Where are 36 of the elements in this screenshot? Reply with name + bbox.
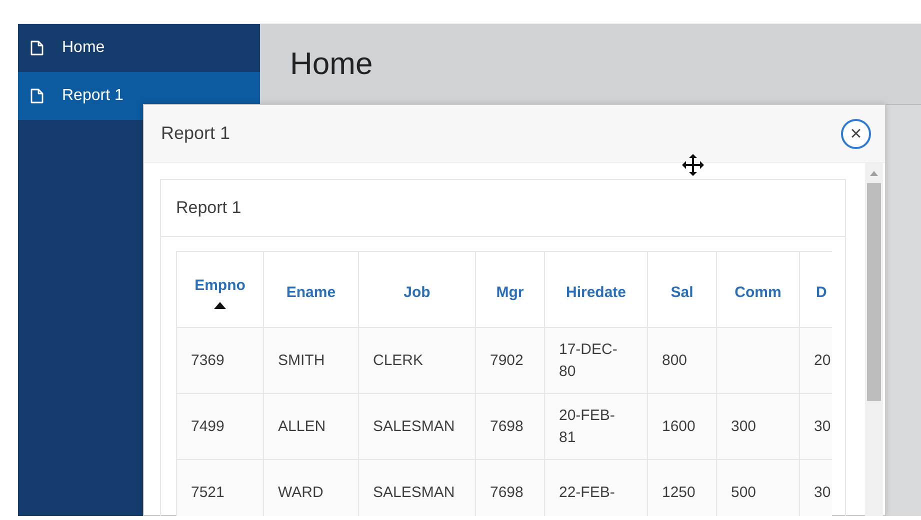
page-title: Home xyxy=(290,46,373,82)
page-icon xyxy=(30,40,44,56)
dialog-title: Report 1 xyxy=(161,123,230,144)
table-cell: 17-DEC-80 xyxy=(544,328,648,394)
table-cell: 22-FEB- xyxy=(544,460,648,516)
table-cell: 1600 xyxy=(648,394,716,460)
table-cell: 7698 xyxy=(476,394,544,460)
table-cell: 30 xyxy=(800,460,832,516)
table-cell: 30 xyxy=(800,394,832,460)
table-cell: CLERK xyxy=(358,328,476,394)
table-cell: 7369 xyxy=(176,328,264,394)
table-cell: 7499 xyxy=(176,394,264,460)
table-cell: 7902 xyxy=(476,328,544,394)
column-header[interactable]: Empno xyxy=(176,252,264,328)
table-cell: ALLEN xyxy=(264,394,358,460)
region-title: Report 1 xyxy=(176,198,242,218)
table-cell: 1250 xyxy=(648,460,716,516)
table-cell: SALESMAN xyxy=(358,394,476,460)
move-cursor-icon xyxy=(681,153,705,177)
page-icon xyxy=(30,88,44,104)
nav-item[interactable]: Home xyxy=(18,24,260,72)
table-cell: 7521 xyxy=(176,460,264,516)
table-cell: 7698 xyxy=(476,460,544,516)
close-button[interactable]: × xyxy=(841,118,871,148)
table-cell: SALESMAN xyxy=(358,460,476,516)
table-cell: 800 xyxy=(648,328,716,394)
scrollbar-thumb[interactable] xyxy=(867,183,881,401)
table-cell: 300 xyxy=(716,394,800,460)
table-cell: SMITH xyxy=(264,328,358,394)
sort-ascending-icon xyxy=(214,302,226,308)
table-cell: 500 xyxy=(716,460,800,516)
table-cell: 20 xyxy=(800,328,832,394)
scroll-up-icon[interactable] xyxy=(870,171,878,176)
table-cell: 20-FEB-81 xyxy=(544,394,648,460)
scrollbar[interactable] xyxy=(865,163,883,516)
table-cell: WARD xyxy=(264,460,358,516)
